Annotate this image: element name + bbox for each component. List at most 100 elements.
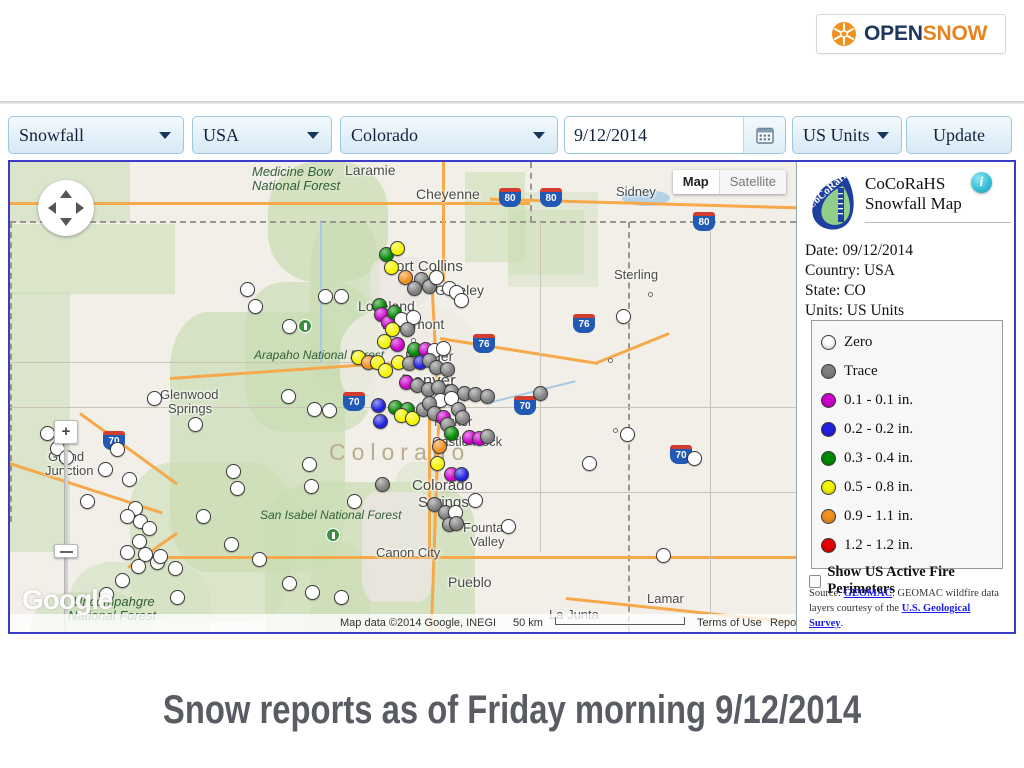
snowfall-marker[interactable] <box>449 516 464 531</box>
terms-of-use-link[interactable]: Terms of Use <box>697 617 762 629</box>
map-type-satellite-button[interactable]: Satellite <box>718 170 786 194</box>
snowfall-marker[interactable] <box>436 341 451 356</box>
snowfall-marker[interactable] <box>304 479 319 494</box>
google-map[interactable]: 808080767670707070 Medicine BowNational … <box>10 162 796 632</box>
snowfall-marker[interactable] <box>188 417 203 432</box>
snowfall-marker[interactable] <box>80 494 95 509</box>
snowfall-marker[interactable] <box>407 281 422 296</box>
snowfall-marker[interactable] <box>115 573 130 588</box>
snowfall-marker[interactable] <box>429 270 444 285</box>
snowfall-marker[interactable] <box>334 590 349 605</box>
snowfall-marker[interactable] <box>142 521 157 536</box>
state-border <box>10 222 12 522</box>
pan-control[interactable] <box>38 180 94 236</box>
snowfall-marker[interactable] <box>170 590 185 605</box>
snowfall-marker[interactable] <box>373 414 388 429</box>
snowfall-marker[interactable] <box>371 398 386 413</box>
snowfall-marker[interactable] <box>455 410 470 425</box>
legend-color-swatch <box>821 451 836 466</box>
cocorahs-legend-panel: CoCoRaHS CoCoRaHS Snowfall Map i Date: 0… <box>796 162 1014 632</box>
snowfall-marker[interactable] <box>444 426 459 441</box>
snowfall-marker[interactable] <box>40 426 55 441</box>
snowfall-marker[interactable] <box>168 561 183 576</box>
snowfall-marker[interactable] <box>305 585 320 600</box>
snowfall-marker[interactable] <box>281 389 296 404</box>
map-type-toggle[interactable]: Map Satellite <box>672 170 786 194</box>
parameter-value: Snowfall <box>19 124 84 145</box>
map-label: Medicine Bow <box>252 164 333 179</box>
chevron-down-icon <box>307 132 319 139</box>
snowfall-marker[interactable] <box>430 456 445 471</box>
pan-left-icon[interactable] <box>48 202 56 214</box>
snowfall-marker[interactable] <box>307 402 322 417</box>
interstate-shield-icon: 70 <box>514 396 536 415</box>
snowfall-marker[interactable] <box>375 477 390 492</box>
state-dropdown[interactable]: Colorado <box>340 116 558 154</box>
date-field-group[interactable]: 9/12/2014 <box>564 116 786 154</box>
snowfall-marker[interactable] <box>687 451 702 466</box>
snowfall-marker[interactable] <box>240 282 255 297</box>
pan-right-icon[interactable] <box>76 202 84 214</box>
snowfall-marker[interactable] <box>480 389 495 404</box>
snowfall-marker[interactable] <box>468 493 483 508</box>
snowfall-marker[interactable] <box>390 241 405 256</box>
panel-meta-line: Units: US Units <box>805 302 905 319</box>
snowfall-marker[interactable] <box>282 576 297 591</box>
zoom-in-button[interactable]: + <box>54 420 78 444</box>
panel-title-line2: Snowfall Map <box>865 194 962 213</box>
snowfall-marker[interactable] <box>147 391 162 406</box>
parameter-dropdown[interactable]: Snowfall <box>8 116 184 154</box>
calendar-icon[interactable] <box>743 117 785 153</box>
update-button[interactable]: Update <box>906 116 1012 154</box>
info-icon[interactable]: i <box>971 172 992 193</box>
snowfall-marker[interactable] <box>480 429 495 444</box>
units-dropdown[interactable]: US Units <box>792 116 902 154</box>
snowfall-marker[interactable] <box>226 464 241 479</box>
snowfall-marker[interactable] <box>322 403 337 418</box>
snowfall-marker[interactable] <box>454 293 469 308</box>
snowfall-marker[interactable] <box>656 548 671 563</box>
snowfall-marker[interactable] <box>384 260 399 275</box>
snowfall-marker[interactable] <box>390 337 405 352</box>
snowfall-marker[interactable] <box>230 481 245 496</box>
snowfall-marker[interactable] <box>302 457 317 472</box>
snowfall-marker[interactable] <box>131 559 146 574</box>
snowfall-marker[interactable] <box>440 362 455 377</box>
interstate-road <box>594 332 670 365</box>
snowfall-marker[interactable] <box>620 427 635 442</box>
map-type-map-button[interactable]: Map <box>672 170 719 194</box>
snowfall-marker[interactable] <box>224 537 239 552</box>
opensnow-logo[interactable]: OPENSNOW <box>816 14 1006 54</box>
snowfall-marker[interactable] <box>282 319 297 334</box>
snowfall-marker[interactable] <box>400 322 415 337</box>
snowfall-marker[interactable] <box>196 509 211 524</box>
country-dropdown[interactable]: USA <box>192 116 332 154</box>
minor-road <box>440 492 796 493</box>
snowfall-marker[interactable] <box>248 299 263 314</box>
snowfall-marker[interactable] <box>110 442 125 457</box>
zoom-slider-handle[interactable] <box>54 544 78 558</box>
report-map-error-link[interactable]: Report a map error <box>770 617 796 629</box>
snowfall-marker[interactable] <box>347 494 362 509</box>
snowfall-marker[interactable] <box>318 289 333 304</box>
snowfall-marker[interactable] <box>334 289 349 304</box>
snowfall-marker[interactable] <box>153 549 168 564</box>
snowfall-marker[interactable] <box>533 386 548 401</box>
snowfall-marker[interactable] <box>98 462 113 477</box>
date-input[interactable]: 9/12/2014 <box>565 125 743 146</box>
snowfall-marker[interactable] <box>616 309 631 324</box>
state-border <box>530 162 532 222</box>
snowfall-marker[interactable] <box>454 467 469 482</box>
snowfall-marker[interactable] <box>252 552 267 567</box>
snowfall-marker[interactable] <box>432 439 447 454</box>
pan-down-icon[interactable] <box>60 218 72 226</box>
pan-up-icon[interactable] <box>60 190 72 198</box>
snowfall-marker[interactable] <box>582 456 597 471</box>
map-label: Laramie <box>345 162 396 178</box>
legend-label: 0.3 - 0.4 in. <box>844 450 914 466</box>
snowfall-marker[interactable] <box>122 472 137 487</box>
panel-title-line1: CoCoRaHS <box>865 174 946 193</box>
snowfall-marker[interactable] <box>501 519 516 534</box>
geomac-link[interactable]: GEOMAC <box>844 588 892 599</box>
snowfall-marker[interactable] <box>120 545 135 560</box>
